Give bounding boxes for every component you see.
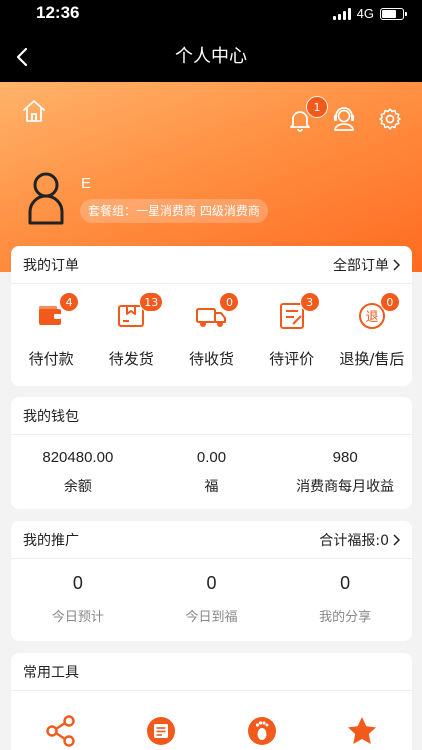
status-time: 12:36: [36, 3, 80, 22]
tools-header: 常用工具: [11, 653, 412, 691]
settings-gear-icon[interactable]: [378, 107, 402, 131]
page-title: 个人中心: [175, 46, 247, 67]
tools-card: 常用工具: [11, 653, 412, 750]
wallet-title: 我的钱包: [23, 408, 79, 425]
status-indicators: 4G: [332, 6, 407, 21]
promotion-header: 我的推广 合计福报:0: [11, 521, 412, 559]
avatar[interactable]: [26, 170, 66, 226]
customer-service-icon[interactable]: [331, 106, 357, 132]
order-count-badge: 0: [219, 292, 240, 312]
promo-today-received[interactable]: 0 今日到福: [145, 573, 279, 625]
promotion-total-link[interactable]: 合计福报:0: [319, 530, 400, 550]
promo-today-estimate[interactable]: 0 今日预计: [11, 573, 145, 625]
stat-value: 0.00: [196, 449, 227, 466]
stat-value: 820480.00: [42, 449, 114, 466]
all-orders-label: 全部订单: [333, 257, 389, 274]
battery-icon: [380, 7, 407, 20]
wallet-stats: 820480.00 余额 0.00 福 980 消费商每月收益: [11, 435, 412, 496]
all-orders-link[interactable]: 全部订单: [333, 255, 400, 275]
home-icon[interactable]: [21, 98, 47, 124]
order-pending-review[interactable]: 3 待评价: [252, 292, 332, 369]
order-label: 待发货: [108, 350, 154, 368]
order-refund-aftersale[interactable]: 退 0 退换/售后: [332, 292, 412, 369]
svg-text:退: 退: [365, 310, 378, 325]
stat-label: 消费商每月收益: [296, 479, 395, 495]
document-icon[interactable]: [141, 711, 181, 750]
stat-value: 980: [332, 449, 358, 466]
promotion-stats: 0 今日预计 0 今日到福 0 我的分享: [11, 559, 412, 625]
promotion-total-label: 合计福报:0: [319, 532, 389, 549]
order-label: 待评价: [269, 350, 315, 368]
username: E: [81, 175, 92, 192]
order-count-badge: 0: [379, 292, 400, 312]
order-pending-payment[interactable]: 4 待付款: [11, 292, 91, 369]
wallet-fu[interactable]: 0.00 福: [145, 449, 279, 496]
stat-label: 我的分享: [319, 610, 372, 625]
order-pending-receipt[interactable]: 0 待收货: [171, 292, 251, 369]
promotion-title: 我的推广: [23, 532, 79, 549]
wallet-monthly-income[interactable]: 980 消费商每月收益: [278, 449, 412, 496]
stat-label: 今日到福: [185, 610, 238, 625]
stat-label: 福: [204, 479, 219, 495]
order-count-badge: 3: [299, 292, 320, 312]
wallet-header: 我的钱包: [11, 397, 412, 435]
stat-label: 今日预计: [51, 610, 104, 625]
stat-label: 余额: [63, 479, 92, 495]
promotion-card: 我的推广 合计福报:0 0 今日预计 0 今日到福 0 我的分享: [11, 521, 412, 641]
orders-card: 我的订单 全部订单 4 待付款 13 待发货 0 待收货 3 待评价 退 0 退…: [11, 246, 412, 386]
order-label: 待付款: [28, 350, 74, 368]
signal-icon: [332, 7, 351, 20]
plan-tag: 套餐组：一星消费商 四级消费商: [80, 199, 268, 223]
stat-value: 0: [72, 573, 83, 593]
promo-my-shares[interactable]: 0 我的分享: [278, 573, 412, 625]
orders-header: 我的订单 全部订单: [11, 246, 412, 284]
share-icon[interactable]: [41, 711, 81, 750]
order-label: 退换/售后: [339, 350, 405, 368]
order-count-badge: 4: [59, 292, 80, 312]
order-count-badge: 13: [139, 292, 164, 312]
wallet-card: 我的钱包 820480.00 余额 0.00 福 980 消费商每月收益: [11, 397, 412, 509]
wallet-balance[interactable]: 820480.00 余额: [11, 449, 145, 496]
order-pending-shipment[interactable]: 13 待发货: [91, 292, 171, 369]
notification-badge: 1: [306, 96, 328, 118]
network-type: 4G: [356, 6, 374, 21]
footprint-icon[interactable]: [242, 711, 282, 750]
orders-title: 我的订单: [23, 257, 79, 274]
order-status-row: 4 待付款 13 待发货 0 待收货 3 待评价 退 0 退换/售后: [11, 284, 412, 369]
chevron-right-icon: [393, 533, 400, 546]
stat-value: 0: [206, 573, 217, 593]
tools-title: 常用工具: [23, 664, 79, 681]
order-label: 待收货: [188, 350, 234, 368]
stat-value: 0: [340, 573, 351, 593]
star-icon[interactable]: [342, 711, 382, 750]
chevron-right-icon: [393, 258, 400, 271]
tools-row: [11, 691, 412, 750]
top-bar: 12:36 4G 个人中心: [0, 0, 422, 82]
